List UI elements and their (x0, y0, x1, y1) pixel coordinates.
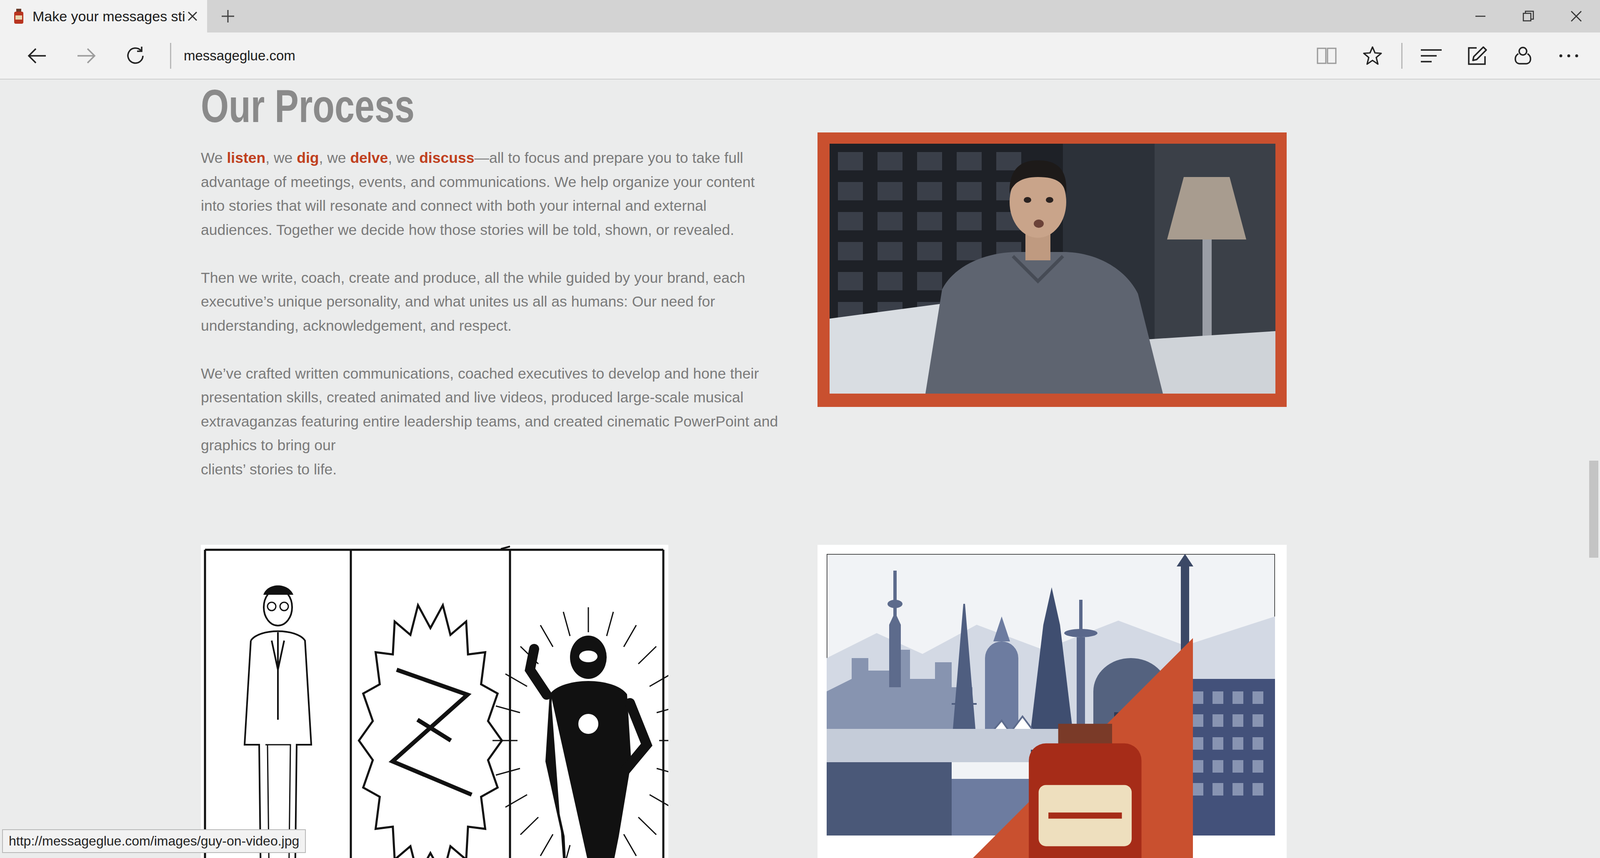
refresh-button[interactable] (110, 45, 160, 67)
close-tab-icon[interactable] (186, 10, 199, 23)
title-bar: Make your messages sti (0, 0, 1600, 33)
address-field[interactable]: messageglue.com (183, 47, 1304, 64)
pen-icon[interactable] (1466, 45, 1488, 67)
paragraph: We listen, we dig, we delve, we discuss—… (200, 146, 780, 243)
highlight-word: discuss (419, 149, 475, 167)
browser-tab[interactable]: Make your messages sti (0, 0, 208, 33)
tab-title[interactable]: Make your messages sti (32, 8, 179, 25)
refresh-icon[interactable] (125, 45, 146, 67)
restore-button[interactable] (1504, 0, 1553, 33)
text-run: , we (318, 149, 350, 167)
favorite-button[interactable] (1349, 45, 1396, 67)
minimize-button[interactable] (1456, 0, 1505, 33)
minimize-icon[interactable] (1474, 10, 1487, 23)
text-run: We (200, 149, 227, 167)
new-tab-button[interactable] (207, 0, 249, 33)
close-window-button[interactable] (1552, 0, 1600, 33)
web-page: Our ProcessWe listen, we dig, we delve, … (0, 79, 1600, 858)
video-still[interactable] (829, 143, 1276, 394)
share-button[interactable] (1500, 45, 1546, 67)
more-dots-icon[interactable] (1558, 53, 1580, 59)
highlight-word: delve (350, 149, 388, 167)
toolbar-divider (1401, 42, 1403, 69)
highlight-word: dig (296, 149, 319, 167)
paragraph: We’ve crafted written communications, co… (200, 362, 780, 483)
plus-icon[interactable] (220, 8, 236, 24)
address-bar: messageglue.com (0, 32, 1600, 80)
text-run: , we (265, 149, 297, 167)
city-illustration (817, 545, 1287, 858)
glue-can-icon (817, 638, 1287, 858)
restore-icon[interactable] (1522, 10, 1535, 23)
text-run: We’ve crafted written communications, co… (200, 365, 778, 455)
comic-illustration (200, 545, 669, 858)
more-button[interactable] (1545, 53, 1592, 59)
share-icon[interactable] (1512, 45, 1534, 67)
back-button[interactable] (12, 46, 62, 65)
star-icon[interactable] (1362, 45, 1383, 67)
scrollbar[interactable] (1587, 79, 1600, 858)
video-column (817, 79, 1287, 482)
paragraph: Then we write, coach, create and produce… (200, 266, 780, 339)
reading-view-button[interactable] (1303, 46, 1350, 65)
section-heading: Our Process (200, 81, 647, 132)
text-run: , we (387, 149, 420, 167)
book-icon[interactable] (1316, 46, 1338, 65)
comic-strip (200, 545, 669, 858)
status-url: http://messageglue.com/images/guy-on-vid… (2, 829, 306, 854)
hub-icon[interactable] (1420, 47, 1443, 65)
back-arrow-icon[interactable] (26, 46, 48, 65)
address-divider (170, 42, 172, 69)
favicon-icon (12, 7, 25, 25)
web-note-button[interactable] (1454, 45, 1500, 67)
process-section: Our ProcessWe listen, we dig, we delve, … (200, 79, 1600, 482)
close-icon[interactable] (1570, 10, 1583, 23)
text-run: Then we write, coach, create and produce… (200, 269, 745, 335)
text-run: clients’ stories to life. (200, 461, 337, 478)
scroll-thumb[interactable] (1589, 460, 1599, 558)
title-bar-space (248, 0, 1457, 33)
forward-arrow-icon (75, 46, 97, 65)
illustration-row (200, 545, 1600, 858)
hub-button[interactable] (1408, 47, 1455, 65)
highlight-word: listen (226, 149, 266, 167)
video-frame[interactable] (817, 132, 1287, 408)
page-content: Our ProcessWe listen, we dig, we delve, … (0, 79, 1600, 858)
forward-button (61, 46, 111, 65)
process-text: Our ProcessWe listen, we dig, we delve, … (200, 79, 780, 482)
